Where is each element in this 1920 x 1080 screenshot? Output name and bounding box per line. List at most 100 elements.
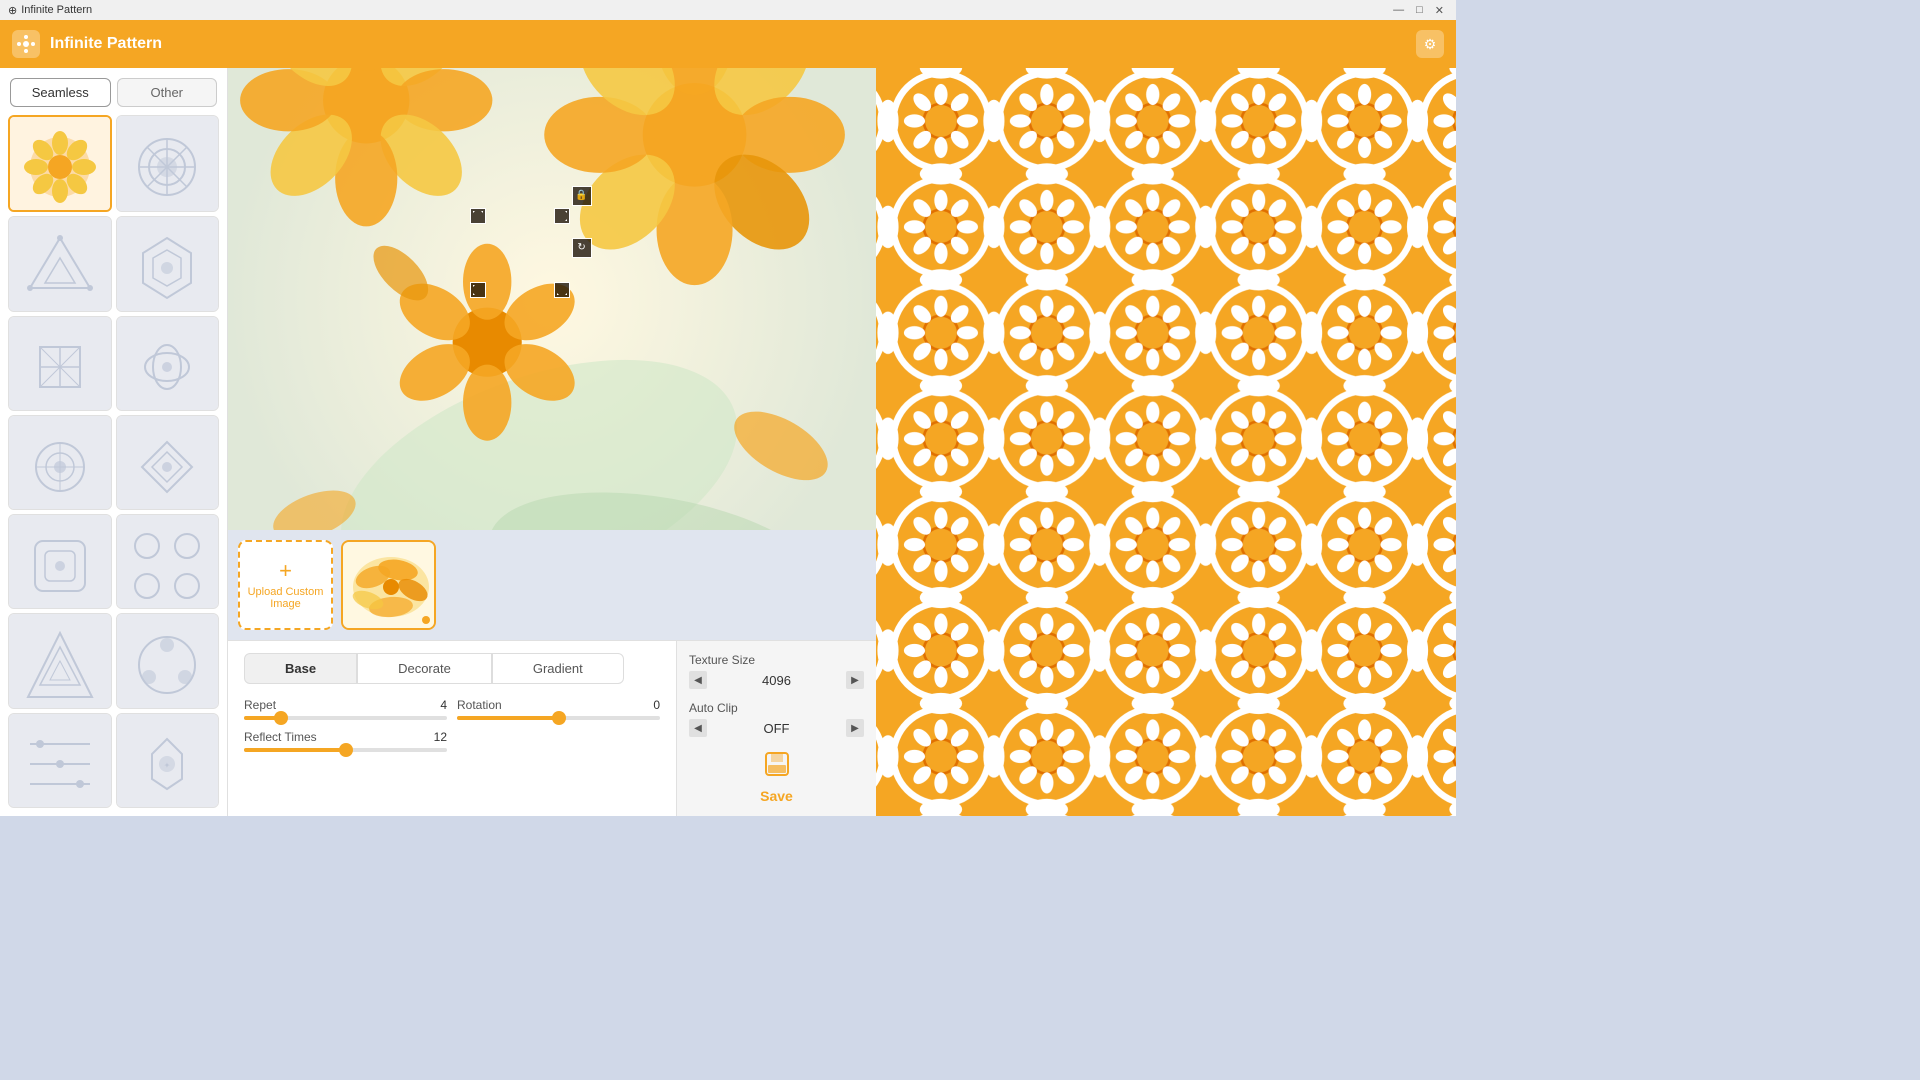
handle-bottomright[interactable] [554,282,570,298]
reflect-times-value: 12 [434,730,447,744]
transform-overlay: 🔒 ↻ [470,208,570,298]
tab-seamless[interactable]: Seamless [10,78,111,107]
pattern-canvas [876,68,1456,816]
pattern-thumb-1 [10,117,110,212]
right-panel: Texture Size ◀ 4096 ▶ Auto Clip ◀ OFF ▶ [676,641,876,816]
sidebar: Seamless Other [0,68,228,816]
reflect-times-slider-group: Reflect Times 12 [244,730,447,752]
pattern-item-5[interactable]: ⊞ 1 P4M [8,316,112,411]
pattern-preview [876,68,1456,816]
rotation-slider-track[interactable] [457,716,660,720]
pattern-thumb-3 [9,217,111,311]
rotation-header: Rotation 0 [457,698,660,712]
tab-decorate[interactable]: Decorate [357,653,492,684]
auto-clip-decrease[interactable]: ◀ [689,719,707,737]
svg-text:✦: ✦ [164,761,171,770]
titlebar-text: Infinite Pattern [21,4,92,16]
upload-label: Upload Custom Image [240,586,331,610]
settings-button[interactable]: ⚙ [1416,30,1444,58]
repet-header: Repet 4 [244,698,447,712]
tab-gradient[interactable]: Gradient [492,653,624,684]
lock-handle[interactable]: 🔒 [572,186,592,206]
pattern-item-10[interactable]: ⊞ 2 RM [116,514,220,609]
texture-size-value: 4096 [713,673,840,688]
repet-value: 4 [440,698,447,712]
pattern-item-9[interactable]: ⊞ 3 DM III [8,514,112,609]
transform-handles: 🔒 ↻ [470,208,570,298]
titlebar-controls[interactable]: — □ ✕ [1389,4,1448,17]
rotation-slider-group: Rotation 0 [457,698,660,720]
texture-size-group: Texture Size ◀ 4096 ▶ [689,653,864,689]
image-thumbnail-1[interactable] [341,540,436,630]
pattern-item-11[interactable]: ⊞ 3 RMP [8,613,112,708]
texture-size-increase[interactable]: ▶ [846,671,864,689]
gear-icon: ⚙ [1424,36,1437,53]
handle-topleft[interactable] [470,208,486,224]
texture-size-row: ◀ 4096 ▶ [689,671,864,689]
pattern-grid: ⚙ 1 K I [0,107,227,816]
rotation-value: 0 [653,698,660,712]
upload-custom-image-button[interactable]: + Upload Custom Image [238,540,333,630]
sidebar-tabs: Seamless Other [0,68,227,107]
app-container: Infinite Pattern ⚙ Seamless Other [0,20,1456,816]
pattern-item-3[interactable]: ⊞ 1 P3M1 [8,216,112,311]
pattern-item-12[interactable]: ⊞ 4 R I [116,613,220,708]
image-strip: + Upload Custom Image [228,530,876,640]
repet-label: Repet [244,698,276,712]
pattern-thumb-4 [117,217,219,311]
pattern-item-4[interactable]: ⚙ 2 P6M [116,216,220,311]
pattern-item-7[interactable]: ⊞ 1 DM I [8,415,112,510]
rotation-label: Rotation [457,698,502,712]
maximize-button[interactable]: □ [1412,4,1427,17]
save-label: Save [760,788,793,804]
canvas-area: 🔒 ↻ + Upload Custom Image [228,68,876,816]
repet-slider-thumb[interactable] [274,711,288,725]
reflect-times-slider-thumb[interactable] [339,743,353,757]
pattern-thumb-2 [117,116,219,212]
close-button[interactable]: ✕ [1431,4,1448,17]
controls-tabs-row: Base Decorate Gradient [244,653,660,684]
pattern-item-6[interactable]: ⊞ 1 PMM [116,316,220,411]
pattern-thumb-10 [117,515,219,609]
bottom-controls: Base Decorate Gradient Repet 4 [228,640,876,816]
pattern-item-14[interactable]: ✦ ✦ 1 P I [116,713,220,808]
pattern-thumb-14: ✦ [117,714,219,808]
titlebar: ⊕ Infinite Pattern — □ ✕ [0,0,1456,20]
canvas-image[interactable]: 🔒 ↻ [228,68,876,530]
pattern-thumb-9 [9,515,111,609]
pattern-thumb-5 [9,317,111,411]
pattern-item-2[interactable]: ⚙ 2 K II [116,115,220,212]
pattern-item-13[interactable]: ⊞ 5 R II [8,713,112,808]
reflect-times-label: Reflect Times [244,730,317,744]
pattern-item-8[interactable]: ⊞ 2 DM II [116,415,220,510]
pattern-thumb-12 [117,614,219,708]
rotation-slider-fill [457,716,559,720]
reflect-times-slider-track[interactable] [244,748,447,752]
canvas-upper: 🔒 ↻ [228,68,876,530]
image-thumb-indicator [422,616,430,624]
reflect-times-header: Reflect Times 12 [244,730,447,744]
auto-clip-label: Auto Clip [689,701,864,715]
pattern-item-1[interactable]: ⚙ 1 K I [8,115,112,212]
tab-base[interactable]: Base [244,653,357,684]
minimize-button[interactable]: — [1389,4,1408,17]
pattern-thumb-6 [117,317,219,411]
handle-bottomleft[interactable] [470,282,486,298]
tab-other[interactable]: Other [117,78,218,107]
auto-clip-group: Auto Clip ◀ OFF ▶ [689,701,864,737]
app-icon-small: ⊕ [8,4,17,17]
app-header: Infinite Pattern ⚙ [0,20,1456,68]
reflect-times-slider-fill [244,748,346,752]
auto-clip-increase[interactable]: ▶ [846,719,864,737]
app-title: Infinite Pattern [50,35,162,53]
upload-plus-icon: + [279,560,292,582]
rotate-handle[interactable]: ↻ [572,238,592,258]
titlebar-title: ⊕ Infinite Pattern [8,4,92,17]
handle-topright[interactable] [554,208,570,224]
save-button[interactable]: Save [689,749,864,804]
pattern-thumb-13 [9,714,111,808]
rotation-slider-thumb[interactable] [552,711,566,725]
content-area: Seamless Other [0,68,1456,816]
texture-size-decrease[interactable]: ◀ [689,671,707,689]
repet-slider-track[interactable] [244,716,447,720]
